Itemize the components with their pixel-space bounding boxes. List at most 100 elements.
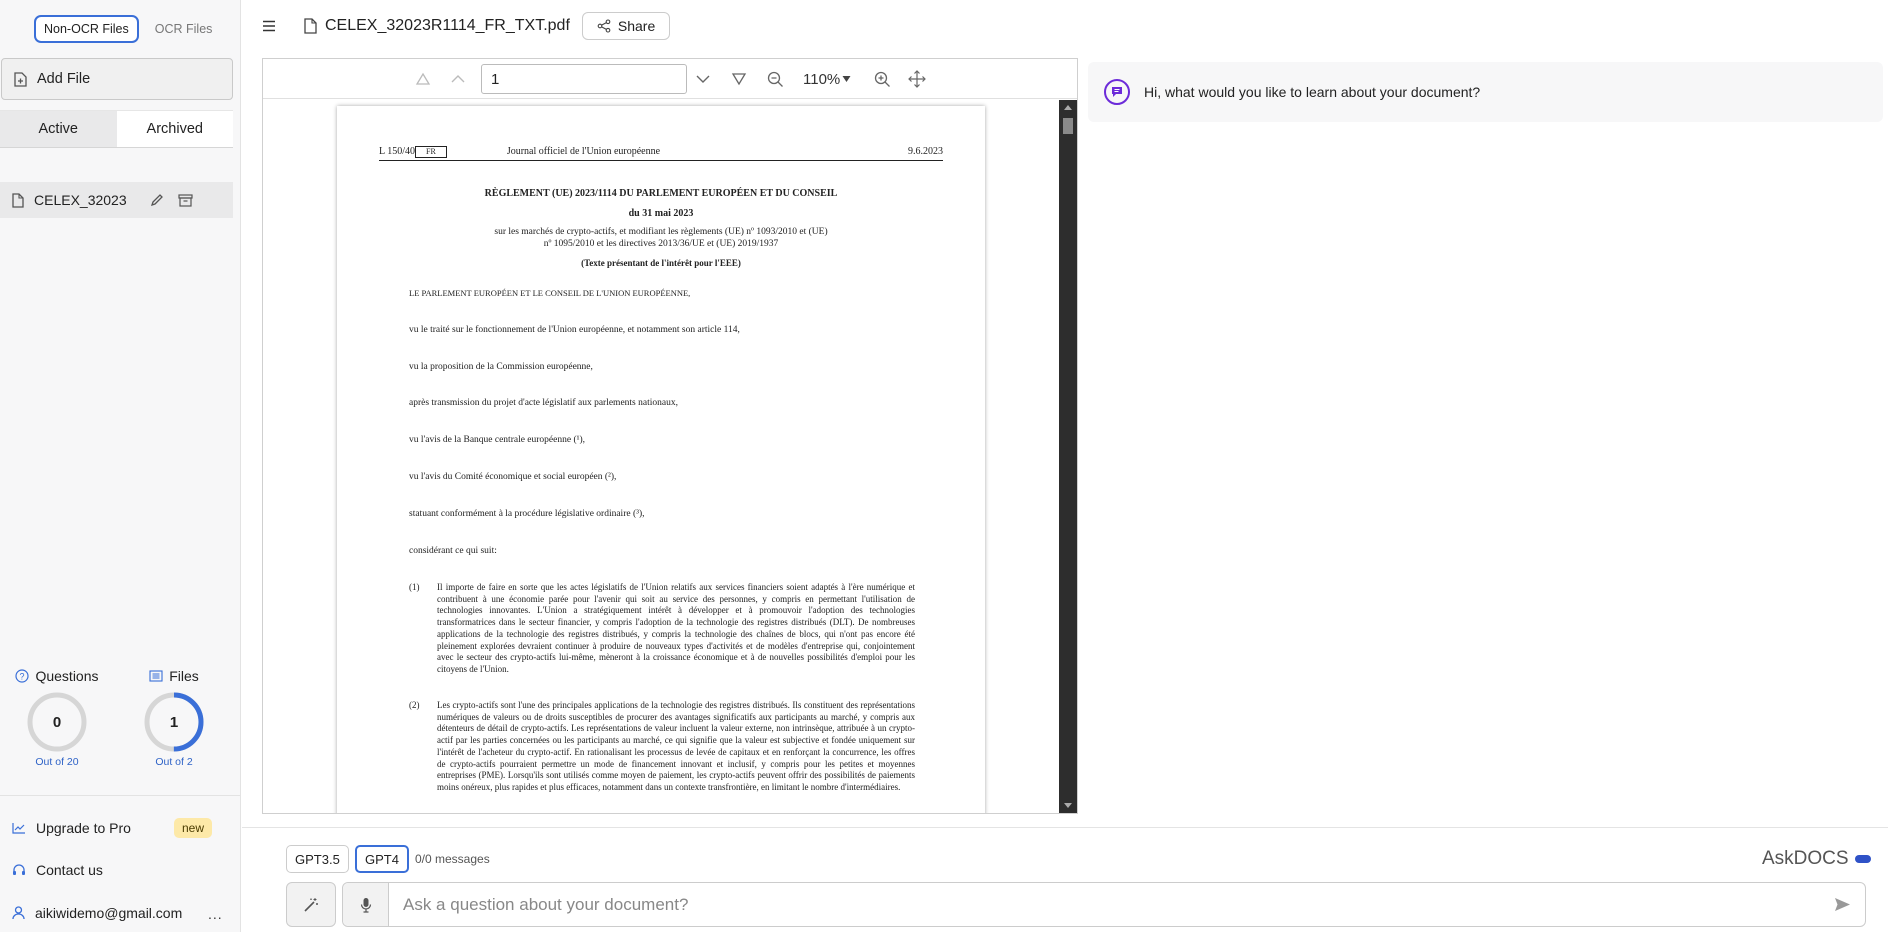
microphone-button[interactable] [343,883,389,926]
model-gpt4-button[interactable]: GPT4 [355,845,409,873]
move-icon [908,70,926,88]
scroll-up-arrow[interactable] [1064,105,1072,110]
files-value: 1 [169,713,179,731]
question-circle-icon: ? [15,669,30,683]
questions-stat: ? Questions 0 Out of 20 [12,668,102,768]
questions-header: ? Questions [12,668,102,684]
previous-page-button[interactable] [446,59,470,99]
hamburger-menu-icon[interactable] [262,20,276,32]
archive-icon[interactable] [178,193,193,207]
file-name: CELEX_32023R111... [34,192,126,208]
pdf-viewer: 110% L 150/40 FR Journal officiel de l'U… [262,58,1078,814]
headset-icon [13,864,25,875]
sidebar-divider [0,795,241,796]
recital-1: (1) Il importe de faire en sorte que les… [409,582,915,676]
pencil-icon[interactable] [150,193,164,207]
share-icon [597,19,611,33]
file-mode-tabs: Non-OCR Files OCR Files [34,15,220,43]
journal-name: Journal officiel de l'Union européenne [506,146,661,157]
pdf-page: L 150/40 FR Journal officiel de l'Union … [337,106,985,813]
send-icon [1834,898,1850,911]
more-options-button[interactable]: ... [208,906,223,922]
last-page-button[interactable] [727,59,751,99]
files-limit: Out of 2 [155,756,193,768]
recital-text: Il importe de faire en sorte que les act… [437,582,915,674]
new-badge: new [174,818,213,838]
send-button[interactable] [1819,883,1865,926]
pdf-scrollbar[interactable] [1059,100,1077,813]
sidebar: Non-OCR Files OCR Files Add File Active … [0,0,241,932]
questions-value: 0 [52,713,62,731]
file-icon [304,18,317,34]
user-account[interactable]: aikiwidemo@gmail.com [12,905,182,921]
recital-text: Les crypto-actifs sont l'une des princip… [437,700,915,792]
chat-bot-icon [1104,79,1130,105]
file-icon [12,192,24,208]
microphone-icon [360,897,371,913]
next-page-button[interactable] [691,59,715,99]
document-header: CELEX_32023R1114_FR_TXT.pdf Share [242,0,692,52]
chevron-down-icon [696,75,710,83]
recital-2: (2) Les crypto-actifs sont l'une des pri… [409,700,915,794]
first-page-button[interactable] [411,59,435,99]
contact-label: Contact us [36,862,103,878]
zoom-level-select[interactable]: 110% [803,59,851,99]
files-ring: 1 [144,692,204,752]
tab-active[interactable]: Active [0,111,117,147]
scroll-thumb[interactable] [1063,118,1073,134]
pdf-toolbar: 110% [263,59,1077,99]
zoom-out-icon [767,71,783,87]
files-header: Files [129,668,219,684]
add-file-button[interactable]: Add File [1,58,233,100]
doc-line: considérant ce qui suit: [409,546,497,556]
share-label: Share [617,18,656,34]
file-plus-icon [14,71,27,87]
file-list-item[interactable]: CELEX_32023R111... [0,182,233,218]
page-number-input[interactable] [481,64,687,94]
scroll-down-arrow[interactable] [1064,803,1072,808]
recital-number: (1) [409,582,420,592]
upgrade-label: Upgrade to Pro [36,820,131,836]
share-button[interactable]: Share [581,12,671,40]
zoom-value: 110% [803,70,841,88]
questions-label: Questions [35,668,99,684]
recital-number: (2) [409,700,420,710]
pdf-canvas[interactable]: L 150/40 FR Journal officiel de l'Union … [263,100,1059,813]
files-list-icon [149,670,163,682]
tab-non-ocr-files[interactable]: Non-OCR Files [34,15,139,43]
add-file-label: Add File [37,71,91,87]
svg-text:?: ? [20,672,25,682]
file-status-tabs: Active Archived [0,110,233,148]
zoom-out-button[interactable] [763,59,787,99]
doc-line: statuant conformément à la procédure lég… [409,509,645,519]
regulation-title: RÈGLEMENT (UE) 2023/1114 DU PARLEMENT EU… [484,188,838,199]
caret-down-icon [842,76,851,82]
askdocs-logo: AskDOCS [1762,848,1871,870]
tab-ocr-files[interactable]: OCR Files [147,16,221,42]
zoom-in-button[interactable] [870,59,894,99]
model-gpt35-button[interactable]: GPT3.5 [286,845,349,873]
chat-input-bar [286,882,1866,927]
contact-us-link[interactable]: Contact us [12,862,103,878]
eee-note: (Texte présentant de l'intérêt pour l'EE… [581,258,741,268]
files-stat: Files 1 Out of 2 [129,668,219,768]
tab-archived[interactable]: Archived [116,111,233,147]
chat-divider [242,827,1888,828]
doc-line: LE PARLEMENT EUROPÉEN ET LE CONSEIL DE L… [409,288,691,298]
chevron-up-icon [451,75,465,83]
user-email: aikiwidemo@gmail.com [35,905,183,921]
triangle-down-icon [731,73,747,86]
files-label: Files [169,668,199,684]
question-input[interactable] [389,884,1819,925]
doc-line: vu la proposition de la Commission europ… [409,362,593,372]
doc-line: vu l'avis du Comité économique et social… [409,472,617,482]
magic-prompt-button[interactable] [286,882,336,927]
journal-page-ref: L 150/40 [379,146,416,157]
doc-line: après transmission du projet d'acte légi… [409,398,678,408]
file-actions [150,193,193,207]
pan-button[interactable] [905,59,929,99]
doc-line: vu l'avis de la Banque centrale européen… [409,435,586,445]
message-count: 0/0 messages [415,852,490,866]
upgrade-to-pro-link[interactable]: Upgrade to Pro [12,820,131,836]
app-window: Non-OCR Files OCR Files Add File Active … [0,0,1888,932]
